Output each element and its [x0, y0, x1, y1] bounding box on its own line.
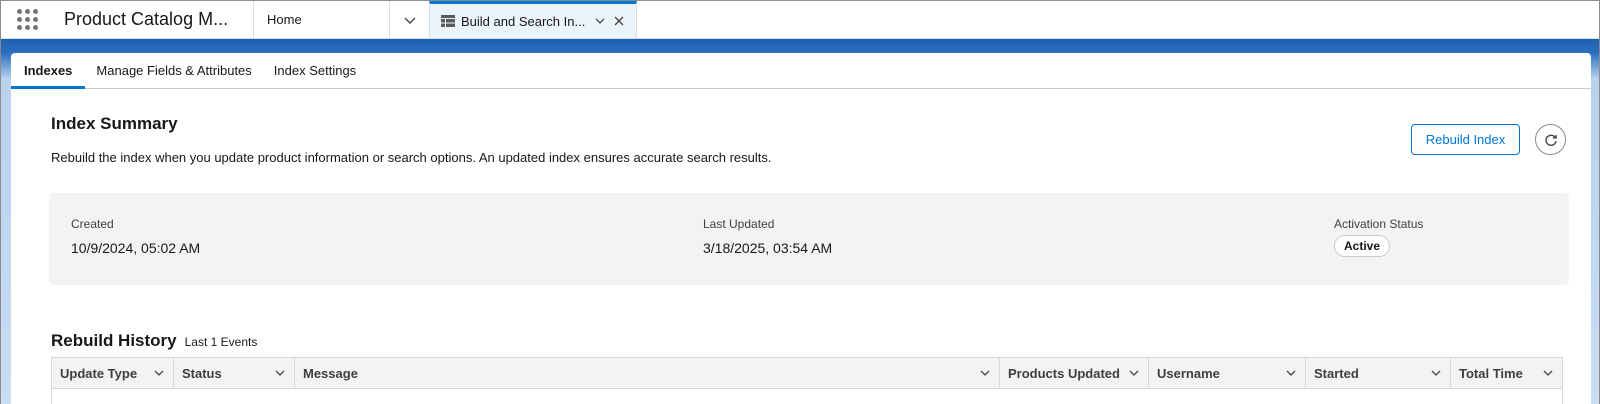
tab-manage-fields[interactable]: Manage Fields & Attributes — [85, 53, 262, 88]
column-header-update-type[interactable]: Update Type — [52, 358, 174, 388]
rebuild-index-button[interactable]: Rebuild Index — [1411, 124, 1520, 155]
chevron-down-icon[interactable] — [979, 367, 991, 379]
chevron-down-icon[interactable] — [1430, 367, 1442, 379]
index-summary-description: Rebuild the index when you update produc… — [51, 150, 772, 165]
column-header-label: Username — [1157, 365, 1220, 381]
column-header-username[interactable]: Username — [1149, 358, 1306, 388]
column-header-label: Products Updated — [1008, 365, 1120, 381]
column-header-label: Status — [182, 365, 222, 381]
index-summary-title: Index Summary — [51, 114, 178, 133]
status-badge: Active — [1334, 235, 1391, 257]
column-header-label: Started — [1314, 365, 1359, 381]
refresh-icon — [1544, 134, 1557, 146]
activation-status-label: Activation Status — [1334, 217, 1424, 231]
last-updated-field: Last Updated 3/18/2025, 03:54 AM — [703, 217, 832, 256]
index-info-panel: Created 10/9/2024, 05:02 AM Last Updated… — [49, 193, 1569, 285]
rebuild-history-title: Rebuild History — [51, 331, 177, 350]
app-launcher-icon — [16, 9, 38, 30]
workspace-tab-label: Build and Search In... — [461, 13, 586, 29]
column-header-label: Total Time — [1459, 365, 1523, 381]
chevron-down-icon[interactable] — [1285, 367, 1297, 379]
column-header-started[interactable]: Started — [1306, 358, 1451, 388]
app-name: Product Catalog M... — [64, 9, 229, 29]
column-header-message[interactable]: Message — [295, 358, 1000, 388]
tab-index-settings[interactable]: Index Settings — [263, 53, 367, 88]
workspace-tab-build-search[interactable]: Build and Search In... — [429, 1, 637, 38]
app-launcher-button[interactable] — [1, 1, 53, 38]
refresh-button[interactable] — [1535, 124, 1566, 155]
subtab-bar: Indexes Manage Fields & Attributes Index… — [11, 53, 1591, 89]
created-value: 10/9/2024, 05:02 AM — [71, 240, 201, 256]
chevron-down-icon[interactable] — [274, 367, 286, 379]
tab-indexes[interactable]: Indexes — [11, 53, 86, 89]
column-header-label: Message — [303, 365, 358, 381]
rebuild-history-table-body — [51, 389, 1563, 404]
global-nav: Product Catalog M... Home Build and Sear… — [1, 1, 1599, 39]
chevron-down-icon[interactable] — [1542, 367, 1554, 379]
created-field: Created 10/9/2024, 05:02 AM — [71, 217, 200, 256]
column-header-products-updated[interactable]: Products Updated — [1000, 358, 1149, 388]
main-card: Indexes Manage Fields & Attributes Index… — [11, 53, 1591, 404]
chevron-down-icon[interactable] — [594, 15, 606, 27]
table-icon — [441, 15, 455, 27]
column-header-status[interactable]: Status — [174, 358, 295, 388]
chevron-down-icon — [404, 17, 415, 24]
nav-item-home[interactable]: Home — [253, 1, 389, 38]
last-updated-label: Last Updated — [703, 217, 775, 231]
chevron-down-icon[interactable] — [1128, 367, 1140, 379]
nav-menu-button[interactable] — [389, 1, 429, 38]
rebuild-history-table-header: Update Type Status Message Products Upda… — [51, 357, 1563, 389]
chevron-down-icon[interactable] — [153, 367, 165, 379]
last-updated-value: 3/18/2025, 03:54 AM — [703, 240, 833, 256]
column-header-label: Update Type — [60, 365, 138, 381]
rebuild-history-heading: Rebuild History Last 1 Events — [51, 331, 257, 351]
close-icon[interactable] — [614, 16, 624, 26]
created-label: Created — [71, 217, 114, 231]
rebuild-history-count: Last 1 Events — [184, 335, 258, 349]
column-header-total-time[interactable]: Total Time — [1451, 358, 1562, 388]
activation-status-field: Activation Status Active — [1334, 217, 1423, 257]
